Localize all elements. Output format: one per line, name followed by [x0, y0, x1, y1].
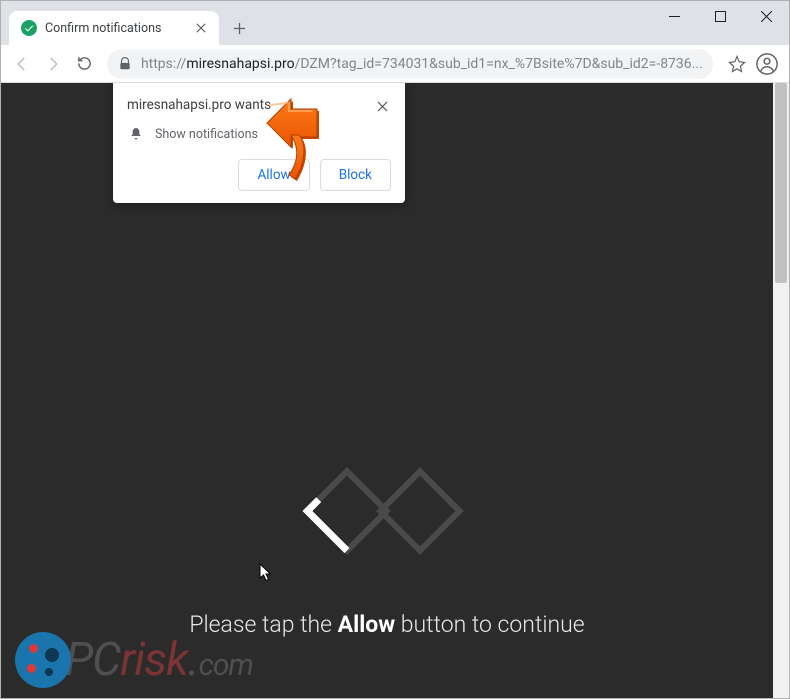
- notification-subtitle: Show notifications: [155, 127, 258, 142]
- browser-toolbar: https://miresnahapsi.pro/DZM?tag_id=7340…: [1, 45, 789, 83]
- window-controls: [651, 1, 789, 31]
- annotation-arrow-icon: [249, 97, 329, 191]
- tab-strip: Confirm notifications: [1, 1, 789, 45]
- window-close-button[interactable]: [743, 1, 789, 31]
- watermark: PCrisk.com: [15, 632, 253, 688]
- watermark-com: com: [199, 648, 253, 683]
- page-message-bold: Allow: [338, 611, 396, 638]
- scrollbar-thumb[interactable]: [775, 83, 787, 283]
- watermark-dot: .: [188, 633, 199, 687]
- url-host: miresnahapsi.pro: [186, 56, 294, 72]
- forward-button[interactable]: [38, 49, 67, 79]
- new-tab-button[interactable]: [225, 14, 253, 42]
- block-button[interactable]: Block: [320, 159, 391, 191]
- cursor-icon: [259, 563, 275, 587]
- watermark-pc: PC: [65, 633, 120, 687]
- watermark-text: PCrisk.com: [65, 633, 253, 687]
- watermark-risk: risk: [120, 633, 188, 687]
- notification-close-icon[interactable]: [373, 97, 391, 115]
- url-text: https://miresnahapsi.pro/DZM?tag_id=7340…: [141, 56, 703, 72]
- watermark-logo-icon: [15, 632, 71, 688]
- page-message-after: button to continue: [395, 611, 585, 638]
- browser-window: Confirm notifications https://miresnahap…: [0, 0, 790, 699]
- url-path: /DZM?tag_id=734031&sub_id1=nx_%7Bsite%7D…: [295, 56, 703, 72]
- viewport: miresnahapsi.pro wants Show notification…: [1, 83, 789, 698]
- tab-close-icon[interactable]: [193, 20, 209, 36]
- tab-title: Confirm notifications: [45, 21, 193, 36]
- loading-spinner-icon: [302, 466, 472, 560]
- bell-icon: [127, 125, 145, 143]
- lock-icon: [117, 56, 133, 72]
- profile-avatar-icon[interactable]: [755, 50, 779, 78]
- window-minimize-button[interactable]: [651, 1, 697, 31]
- address-bar[interactable]: https://miresnahapsi.pro/DZM?tag_id=7340…: [107, 49, 713, 79]
- tab-favicon-icon: [21, 20, 37, 36]
- url-scheme: https://: [141, 56, 186, 72]
- back-button[interactable]: [7, 49, 36, 79]
- browser-tab[interactable]: Confirm notifications: [9, 11, 219, 45]
- vertical-scrollbar[interactable]: [773, 83, 789, 698]
- page-content: miresnahapsi.pro wants Show notification…: [1, 83, 773, 698]
- bookmark-star-icon[interactable]: [725, 50, 749, 78]
- reload-button[interactable]: [70, 49, 99, 79]
- window-maximize-button[interactable]: [697, 1, 743, 31]
